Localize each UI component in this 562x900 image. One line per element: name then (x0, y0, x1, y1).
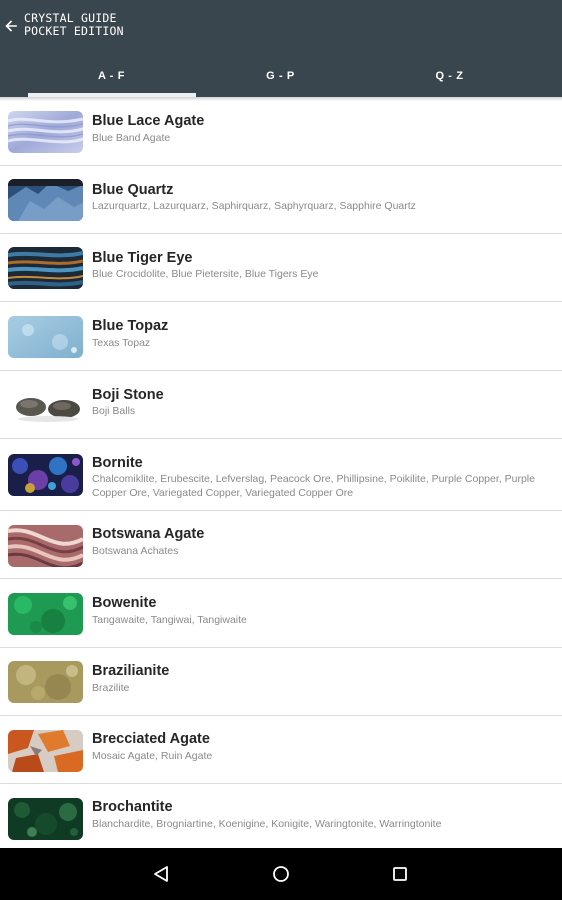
crystal-thumbnail (8, 384, 83, 426)
tab-a-f[interactable]: A - F (18, 54, 205, 97)
tab-bar: A - F G - P Q - Z (0, 54, 562, 97)
list-item[interactable]: Blue Tiger Eye Blue Crocidolite, Blue Pi… (0, 234, 562, 302)
square-recents-icon[interactable] (388, 862, 412, 886)
crystal-name: Botswana Agate (92, 526, 205, 542)
crystal-thumbnail (8, 179, 83, 221)
crystal-thumbnail (8, 730, 83, 772)
list-item[interactable]: Bornite Chalcomiklite, Erubescite, Lefve… (0, 439, 562, 511)
arrow-left-icon[interactable] (2, 14, 20, 38)
list-item[interactable]: Bowenite Tangawaite, Tangiwai, Tangiwait… (0, 579, 562, 648)
crystal-thumbnail (8, 798, 83, 840)
crystal-name: Blue Lace Agate (92, 113, 205, 129)
crystal-name: Brecciated Agate (92, 731, 210, 747)
list-item[interactable]: Blue Topaz Texas Topaz (0, 302, 562, 371)
crystal-name: Boji Stone (92, 387, 164, 403)
crystal-thumbnail (8, 593, 83, 635)
crystal-thumbnail (8, 661, 83, 703)
tab-g-p[interactable]: G - P (187, 54, 374, 97)
app-bar-shadow (0, 97, 562, 101)
list-item[interactable]: Brazilianite Brazilite (0, 648, 562, 716)
crystal-thumbnail (8, 247, 83, 289)
circle-home-icon[interactable] (269, 862, 293, 886)
app-bar: CRYSTAL GUIDE POCKET EDITION A - F G - P… (0, 0, 562, 97)
crystal-aliases: Lazurquartz, Lazurquarz, Saphirquarz, Sa… (92, 200, 416, 212)
crystal-name: Blue Tiger Eye (92, 250, 193, 266)
list-item[interactable]: Blue Quartz Lazurquartz, Lazurquarz, Sap… (0, 166, 562, 234)
crystal-list[interactable]: Blue Lace Agate Blue Band Agate Blue Qua… (0, 97, 562, 853)
triangle-back-icon[interactable] (149, 862, 173, 886)
crystal-name: Brazilianite (92, 663, 170, 679)
crystal-aliases: Tangawaite, Tangiwai, Tangiwaite (92, 614, 247, 626)
crystal-aliases: Mosaic Agate, Ruin Agate (92, 750, 213, 762)
list-item[interactable]: Boji Stone Boji Balls (0, 371, 562, 439)
list-item[interactable]: Botswana Agate Botswana Achates (0, 511, 562, 579)
list-item[interactable]: Brecciated Agate Mosaic Agate, Ruin Agat… (0, 716, 562, 784)
crystal-aliases: Blue Band Agate (92, 132, 171, 144)
app-title: CRYSTAL GUIDE POCKET EDITION (24, 12, 124, 38)
crystal-thumbnail (8, 316, 83, 358)
crystal-name: Blue Topaz (92, 318, 169, 334)
crystal-aliases: Boji Balls (92, 405, 136, 417)
crystal-name: Bornite (92, 455, 143, 471)
tab-q-z[interactable]: Q - Z (356, 54, 543, 97)
list-item[interactable]: Blue Lace Agate Blue Band Agate (0, 97, 562, 166)
crystal-name: Brochantite (92, 799, 173, 815)
system-nav-bar (0, 848, 562, 900)
crystal-aliases: Chalcomiklite, Erubescite, Lefverslag, P… (92, 473, 535, 499)
crystal-aliases: Blanchardite, Brogniartine, Koenigine, K… (92, 818, 442, 830)
crystal-aliases: Texas Topaz (92, 337, 151, 349)
crystal-aliases: Blue Crocidolite, Blue Pietersite, Blue … (92, 268, 319, 280)
crystal-name: Bowenite (92, 595, 157, 611)
crystal-thumbnail (8, 525, 83, 567)
toolbar: CRYSTAL GUIDE POCKET EDITION (0, 0, 562, 54)
app-title-line2: POCKET EDITION (24, 24, 124, 38)
crystal-thumbnail (8, 454, 83, 496)
crystal-aliases: Brazilite (92, 682, 130, 694)
crystal-name: Blue Quartz (92, 182, 174, 198)
crystal-thumbnail (8, 111, 83, 153)
list-item[interactable]: Brochantite Blanchardite, Brogniartine, … (0, 784, 562, 853)
crystal-aliases: Botswana Achates (92, 545, 179, 557)
